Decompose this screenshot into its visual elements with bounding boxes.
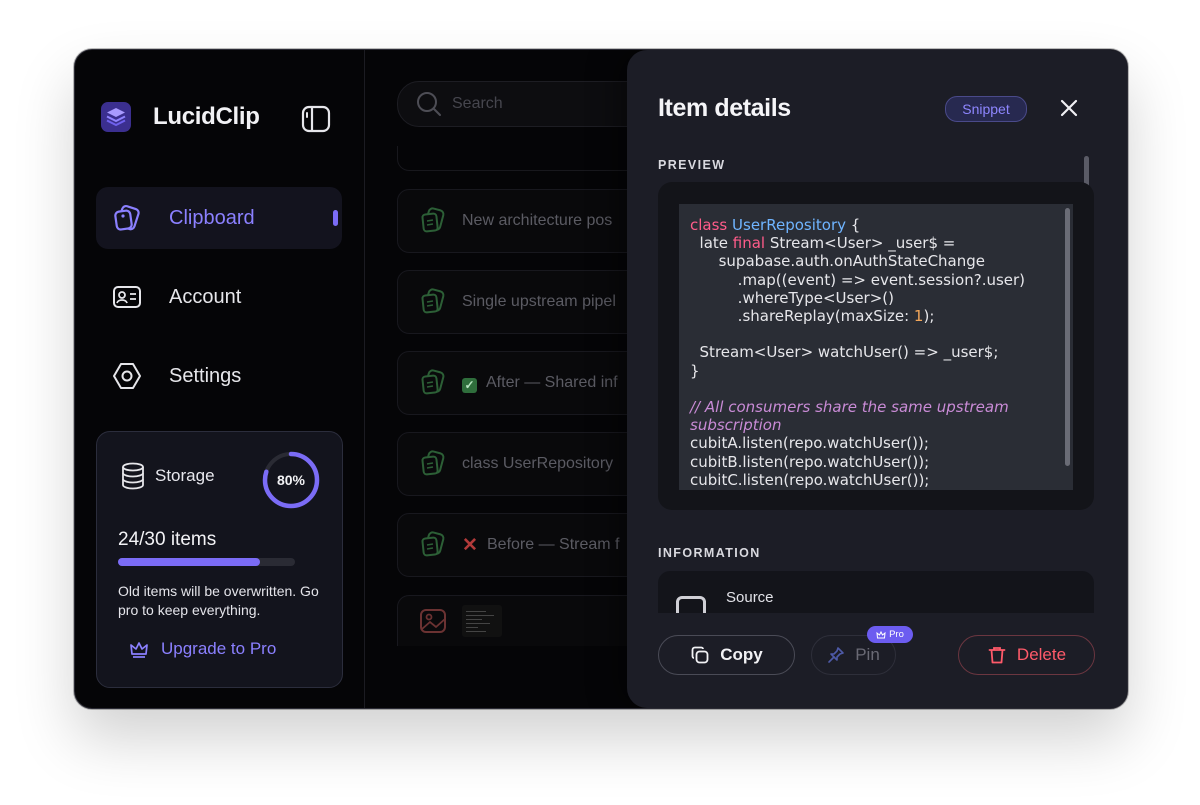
source-app-icon — [676, 596, 706, 613]
preview-label: PREVIEW — [658, 158, 726, 172]
app-window: LucidClip Clipboard Account Settings Sto… — [74, 49, 1128, 709]
clip-text-value: After — Shared inf — [486, 373, 618, 391]
storage-card: Storage 80% 24/30 items Old items will b… — [96, 431, 343, 688]
pro-badge-label: Pro — [889, 629, 904, 640]
delete-button[interactable]: Delete — [958, 635, 1095, 675]
sidebar-item-label: Clipboard — [169, 206, 255, 229]
image-icon — [420, 609, 446, 633]
delete-label: Delete — [1016, 645, 1067, 664]
sidebar-item-settings[interactable]: Settings — [96, 345, 342, 407]
hexagon-gear-icon — [112, 361, 142, 391]
storage-percent: 80% — [276, 472, 306, 488]
clip-text: ✕ Before — Stream f — [462, 535, 620, 556]
id-card-icon — [112, 282, 142, 312]
brand: LucidClip — [101, 102, 260, 132]
check-mark-icon: ✓ — [462, 377, 477, 393]
cross-mark-icon: ✕ — [462, 535, 478, 556]
storage-note: Old items will be overwritten. Go pro to… — [118, 583, 319, 618]
code-scrollbar[interactable] — [1065, 208, 1070, 466]
copy-icon — [691, 646, 709, 664]
type-badge: Snippet — [945, 96, 1027, 122]
upgrade-label: Upgrade to Pro — [161, 639, 277, 658]
storage-header: Storage — [121, 462, 215, 490]
clip-text: Single upstream pipel — [462, 293, 616, 310]
upgrade-button[interactable]: Upgrade to Pro — [129, 639, 276, 659]
sidebar-item-clipboard[interactable]: Clipboard — [96, 187, 342, 249]
clip-text-value: Before — Stream f — [487, 536, 620, 553]
clip-icon — [421, 288, 445, 314]
sidebar-toggle-icon[interactable] — [301, 105, 331, 133]
trash-icon — [988, 647, 1006, 664]
clip-text: ✓ After — Shared inf — [462, 374, 618, 393]
clip-icon — [421, 531, 445, 557]
pin-icon — [828, 647, 845, 663]
app-name: LucidClip — [153, 103, 260, 130]
copy-label: Copy — [720, 645, 763, 664]
item-details-panel: Item details Snippet PREVIEW class UserR… — [627, 50, 1127, 708]
clip-icon — [421, 450, 445, 476]
clip-text: class UserRepository — [462, 455, 614, 472]
clip-icon — [421, 207, 445, 233]
app-logo-icon — [101, 102, 131, 132]
crown-icon — [130, 642, 148, 658]
source-label: Source — [726, 589, 774, 606]
storage-title: Storage — [155, 466, 215, 485]
sidebar-item-account[interactable]: Account — [96, 266, 342, 328]
clip-icon — [421, 369, 445, 395]
information-label: INFORMATION — [658, 546, 761, 560]
clip-text: New architecture pos — [462, 212, 613, 229]
storage-progress-bar — [118, 558, 295, 566]
image-thumbnail — [462, 605, 502, 637]
copy-button[interactable]: Copy — [658, 635, 795, 675]
pin-label: Pin — [855, 645, 880, 664]
sidebar-item-label: Account — [169, 285, 242, 308]
sidebar: LucidClip Clipboard Account Settings Sto… — [75, 50, 365, 708]
storage-progress-fill — [118, 558, 260, 566]
code-preview: class UserRepository { late final Stream… — [679, 204, 1073, 490]
close-icon[interactable] — [1057, 96, 1081, 120]
preview-box: class UserRepository { late final Stream… — [658, 182, 1094, 510]
search-input[interactable] — [450, 94, 654, 114]
pro-badge: Pro — [867, 626, 913, 643]
storage-count: 24/30 items — [118, 529, 217, 550]
information-box: Source — [658, 571, 1094, 613]
database-icon — [122, 462, 144, 490]
search-icon — [417, 92, 441, 116]
panel-title: Item details — [658, 94, 791, 122]
clipboard-icon — [112, 203, 142, 233]
crown-icon — [876, 630, 886, 638]
active-indicator — [333, 210, 338, 226]
sidebar-nav: Clipboard Account Settings — [96, 187, 342, 424]
sidebar-item-label: Settings — [169, 364, 242, 387]
